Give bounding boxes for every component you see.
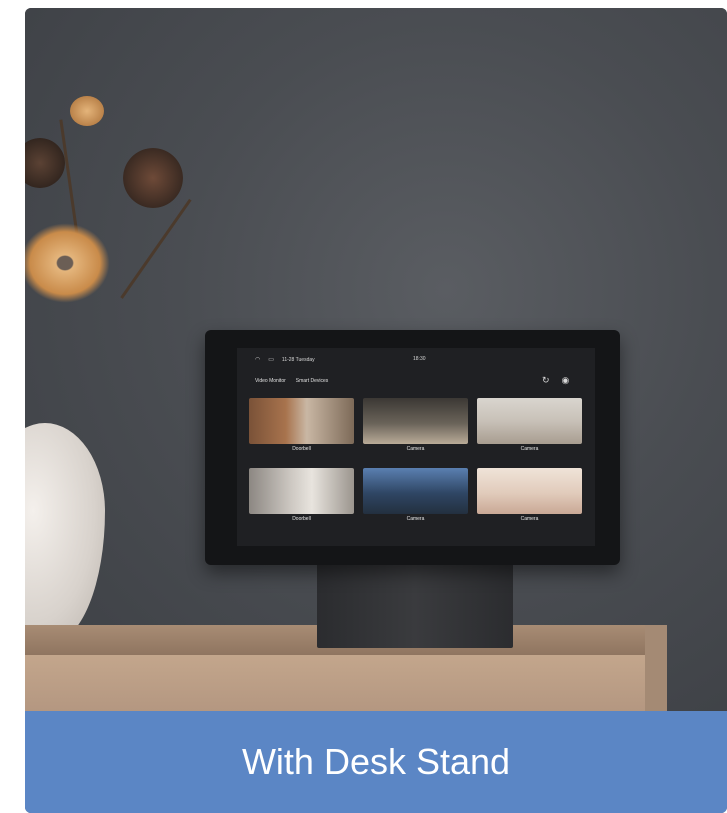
- desk-stand: [317, 553, 513, 648]
- status-bar: ◠ ▭ 11-28 Tuesday 18:30: [255, 356, 426, 363]
- vase: [25, 423, 105, 643]
- camera-thumbnail: [249, 468, 354, 514]
- tab-smart-devices: Smart Devices: [295, 378, 329, 384]
- caption-text: With Desk Stand: [241, 741, 511, 782]
- lotus-flower: [25, 223, 110, 303]
- flower-stem: [120, 198, 192, 299]
- shelf-front: [25, 655, 665, 711]
- dried-flower: [25, 138, 65, 188]
- product-image-card: ◠ ▭ 11-28 Tuesday 18:30 Video Monitor Sm…: [25, 8, 727, 813]
- camera-tile: Camera: [363, 468, 468, 522]
- dried-flower: [123, 148, 183, 208]
- tab-video-monitor: Video Monitor: [255, 378, 286, 384]
- shelf-side: [645, 625, 667, 711]
- camera-grid: Doorbell Camera Camera Doorbell Camera C…: [249, 398, 583, 522]
- status-date: 11-28 Tuesday: [281, 356, 315, 363]
- camera-tile: Doorbell: [249, 468, 354, 522]
- status-time: 18:30: [413, 356, 426, 362]
- eye-icon: ◉: [561, 375, 570, 385]
- camera-tile: Camera: [477, 468, 582, 522]
- smart-display-tablet: ◠ ▭ 11-28 Tuesday 18:30 Video Monitor Sm…: [205, 330, 620, 565]
- tablet-screen: ◠ ▭ 11-28 Tuesday 18:30 Video Monitor Sm…: [237, 348, 595, 546]
- camera-tile-label: Camera: [406, 446, 425, 452]
- camera-tile: Doorbell: [249, 398, 354, 452]
- camera-thumbnail: [477, 398, 582, 444]
- battery-icon: ▭: [268, 357, 274, 363]
- camera-tile-label: Doorbell: [292, 516, 311, 522]
- camera-thumbnail: [477, 468, 582, 514]
- camera-tile-label: Camera: [406, 516, 425, 522]
- product-photo-scene: ◠ ▭ 11-28 Tuesday 18:30 Video Monitor Sm…: [25, 8, 727, 711]
- camera-thumbnail: [363, 398, 468, 444]
- camera-tile: Camera: [477, 398, 582, 452]
- caption-bar: With Desk Stand: [25, 711, 727, 813]
- camera-tile-label: Doorbell: [292, 446, 311, 452]
- camera-tile-label: Camera: [520, 446, 539, 452]
- camera-thumbnail: [249, 398, 354, 444]
- refresh-icon: ↻: [542, 375, 550, 385]
- camera-thumbnail: [363, 468, 468, 514]
- flower-bud: [70, 96, 104, 126]
- screen-actions: ↻ ◉: [542, 375, 569, 386]
- camera-tile: Camera: [363, 398, 468, 452]
- camera-tile-label: Camera: [520, 516, 539, 522]
- wifi-icon: ◠: [255, 357, 261, 363]
- tab-bar: Video Monitor Smart Devices: [255, 378, 328, 384]
